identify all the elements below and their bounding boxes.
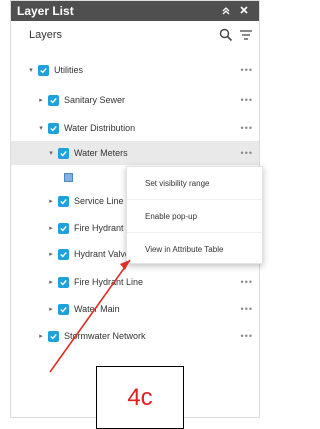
- menu-item-view-attribute-table[interactable]: View in Attribute Table: [127, 233, 262, 265]
- more-options-icon[interactable]: •••: [241, 148, 253, 158]
- layer-context-menu: Set visibility range Enable pop-up View …: [126, 166, 263, 264]
- menu-item-label: View in Attribute Table: [145, 244, 224, 254]
- checkbox-icon[interactable]: [48, 94, 59, 106]
- layer-label: Sanitary Sewer: [64, 95, 126, 105]
- expand-arrow-icon[interactable]: ▾: [37, 124, 45, 132]
- menu-item-set-visibility-range[interactable]: Set visibility range: [127, 167, 262, 200]
- expand-arrow-icon[interactable]: ▸: [47, 224, 55, 232]
- menu-item-label: Set visibility range: [145, 178, 210, 188]
- layer-label: Water Distribution: [64, 123, 136, 133]
- layer-row-sanitary-sewer[interactable]: ▸ Sanitary Sewer •••: [11, 88, 259, 112]
- expand-arrow-icon[interactable]: ▸: [37, 96, 45, 104]
- legend-swatch-icon: [64, 173, 73, 182]
- layers-header: Layers: [11, 21, 259, 49]
- expand-arrow-icon[interactable]: ▸: [47, 197, 55, 205]
- collapse-up-icon[interactable]: [217, 5, 235, 18]
- annotation-box: 4c: [96, 366, 184, 429]
- checkbox-icon[interactable]: [58, 147, 69, 159]
- layer-label: Utilities: [54, 65, 84, 75]
- layer-label: Fire Hydrant: [74, 223, 124, 233]
- more-options-icon[interactable]: •••: [241, 331, 253, 341]
- filter-menu-icon[interactable]: [239, 28, 253, 42]
- title-bar: Layer List: [11, 1, 259, 21]
- close-icon[interactable]: [235, 5, 253, 18]
- checkbox-icon[interactable]: [58, 222, 69, 234]
- checkbox-icon[interactable]: [58, 195, 69, 207]
- expand-arrow-icon[interactable]: ▾: [47, 149, 55, 157]
- layer-row-water-meters[interactable]: ▾ Water Meters •••: [11, 141, 259, 165]
- checkbox-icon[interactable]: [38, 64, 49, 76]
- more-options-icon[interactable]: •••: [241, 277, 253, 287]
- checkbox-icon[interactable]: [48, 122, 59, 134]
- annotation-label: 4c: [127, 383, 153, 411]
- more-options-icon[interactable]: •••: [241, 123, 253, 133]
- layers-heading: Layers: [29, 29, 63, 41]
- panel-title: Layer List: [17, 4, 74, 18]
- more-options-icon[interactable]: •••: [241, 65, 253, 75]
- expand-arrow-icon[interactable]: ▸: [37, 332, 45, 340]
- layer-label: Water Meters: [74, 148, 128, 158]
- more-options-icon[interactable]: •••: [241, 95, 253, 105]
- more-options-icon[interactable]: •••: [241, 304, 253, 314]
- expand-arrow-icon[interactable]: ▾: [27, 66, 35, 74]
- search-icon[interactable]: [219, 28, 233, 42]
- menu-item-enable-popup[interactable]: Enable pop-up: [127, 200, 262, 233]
- layer-row-utilities[interactable]: ▾ Utilities •••: [11, 58, 259, 82]
- menu-item-label: Enable pop-up: [145, 211, 198, 221]
- annotation-arrow: [49, 259, 131, 373]
- layer-label: Service Line: [74, 196, 124, 206]
- layer-row-water-distribution[interactable]: ▾ Water Distribution •••: [11, 116, 259, 140]
